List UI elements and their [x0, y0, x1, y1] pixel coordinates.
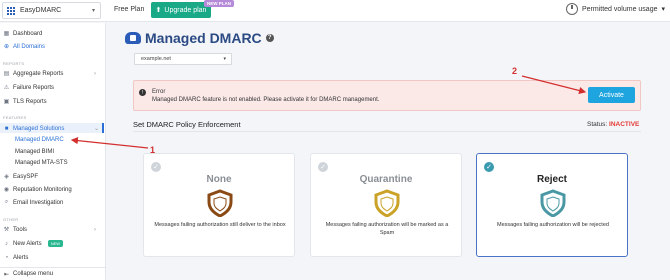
check-icon: ✓: [318, 162, 328, 172]
search-icon: ⌕: [4, 199, 9, 205]
sidebar: ▦ Dashboard ⊕ All Domains REPORTS ▤ Aggr…: [0, 23, 106, 280]
status-label: Status:: [587, 121, 608, 128]
top-bar: EasyDMARC ▾ Free Plan ⬆ Upgrade plan NEW…: [0, 0, 670, 22]
lock-icon: ▣: [3, 99, 10, 105]
sidebar-item-label: TLS Reports: [13, 98, 47, 105]
sidebar-item-failure-reports[interactable]: ⚠ Failure Reports: [3, 83, 54, 92]
sidebar-item-email-investigation[interactable]: ⌕ Email Investigation: [3, 198, 64, 207]
annotation-number-2: 2: [512, 66, 518, 76]
volume-usage-dropdown[interactable]: Permitted volume usage ▾: [566, 3, 665, 15]
sidebar-item-all-domains[interactable]: ⊕ All Domains: [3, 42, 45, 51]
gauge-icon: [566, 3, 578, 15]
alert-icon: ◔: [4, 254, 9, 261]
sidebar-item-label: Tools: [13, 226, 28, 233]
sidebar-item-label: Dashboard: [13, 30, 43, 37]
managed-solutions-icon: ■: [4, 125, 9, 132]
chevron-down-icon: ▾: [223, 56, 226, 62]
sidebar-item-managed-solutions[interactable]: ■ Managed Solutions ⌄: [3, 124, 99, 133]
upgrade-icon: ⬆: [155, 7, 162, 14]
error-message: Managed DMARC feature is not enabled. Pl…: [152, 97, 380, 103]
sidebar-subitem-managed-dmarc[interactable]: Managed DMARC: [15, 137, 64, 143]
sidebar-item-tools[interactable]: ⚒ Tools ›: [3, 225, 96, 234]
policy-card-title: None: [206, 174, 232, 185]
policy-card-reject[interactable]: ✓ Reject Messages failing authorization …: [476, 153, 628, 257]
activate-button[interactable]: Activate: [588, 87, 635, 103]
sidebar-item-new-alerts[interactable]: ♪ New Alerts NEW: [3, 239, 64, 248]
help-icon[interactable]: ?: [265, 34, 274, 42]
chevron-right-icon: ›: [94, 226, 96, 233]
organization-name: EasyDMARC: [20, 7, 62, 14]
check-icon: ✓: [484, 162, 494, 172]
tools-icon: ⚒: [3, 227, 10, 233]
error-alert: ! Error Managed DMARC feature is not ena…: [133, 80, 641, 111]
sidebar-item-label: Reputation Monitoring: [13, 186, 72, 193]
policy-card-title: Quarantine: [359, 174, 413, 185]
upgrade-plan-button[interactable]: ⬆ Upgrade plan: [151, 2, 211, 18]
error-icon: !: [139, 89, 146, 96]
sidebar-item-reputation-monitoring[interactable]: ◉ Reputation Monitoring: [3, 185, 72, 194]
error-title: Error: [152, 89, 166, 95]
sidebar-item-easyspf[interactable]: ◈ EasySPF: [3, 172, 38, 181]
dashboard-icon: ▦: [3, 31, 10, 37]
shield-icon: [540, 189, 566, 217]
upgrade-plan-label: Upgrade plan: [164, 6, 207, 14]
monitor-icon: ◉: [3, 187, 10, 193]
policy-card-description: Messages failing authorization will be r…: [497, 222, 609, 228]
sidebar-subitem-managed-bimi[interactable]: Managed BIMI: [15, 149, 54, 155]
reports-section-label: REPORTS: [3, 61, 25, 66]
check-icon: ✓: [151, 162, 161, 172]
policy-heading: Set DMARC Policy Enforcement: [133, 120, 241, 129]
collapse-menu-label: Collapse menu: [13, 271, 54, 277]
apps-grid-icon: [7, 6, 15, 15]
sidebar-item-label: EasySPF: [13, 173, 39, 180]
features-section-label: FEATURES: [3, 115, 27, 120]
collapse-menu-button[interactable]: ⇤ Collapse menu: [0, 267, 105, 280]
domain-select-value: example.net: [141, 56, 171, 62]
cloud-lock-icon: [125, 32, 141, 44]
sidebar-item-label: Failure Reports: [13, 84, 55, 91]
sidebar-item-label: Aggregate Reports: [13, 70, 64, 77]
bell-icon: ♪: [5, 240, 8, 247]
chevron-down-icon: ▾: [661, 6, 665, 13]
page-title: Managed DMARC ?: [125, 30, 274, 46]
sidebar-item-label: New Alerts: [13, 240, 42, 247]
shield-icon: [207, 189, 233, 217]
organization-selector[interactable]: EasyDMARC ▾: [2, 2, 101, 19]
policy-card-title: Reject: [536, 174, 567, 185]
plan-label: Free Plan: [114, 6, 145, 13]
status-indicator: Status: INACTIVE: [587, 121, 639, 128]
globe-icon: ⊕: [3, 44, 10, 50]
domain-select[interactable]: example.net ▾: [134, 53, 232, 65]
policy-card-description: Messages failing authorization still del…: [154, 222, 286, 228]
chevron-right-icon: ›: [94, 70, 96, 77]
sidebar-item-aggregate-reports[interactable]: ▤ Aggregate Reports ›: [3, 69, 96, 78]
volume-usage-label: Permitted volume usage: [582, 5, 658, 13]
new-badge: NEW: [47, 240, 64, 247]
spf-icon: ◈: [4, 174, 9, 180]
annotation-number-1: 1: [150, 145, 156, 155]
chart-icon: ▤: [3, 71, 10, 77]
other-section-label: OTHER: [3, 217, 19, 222]
sidebar-item-dashboard[interactable]: ▦ Dashboard: [3, 29, 43, 38]
sidebar-item-label: Alerts: [13, 254, 29, 261]
chevron-down-icon: ▾: [91, 8, 95, 14]
policy-card-description: Messages failing authorization will be m…: [325, 222, 449, 237]
divider: [133, 131, 641, 132]
sidebar-item-tls-reports[interactable]: ▣ TLS Reports: [3, 97, 47, 106]
status-value: INACTIVE: [609, 121, 640, 128]
page-title-text: Managed DMARC: [145, 30, 262, 46]
chevron-down-icon: ⌄: [94, 126, 100, 132]
sidebar-item-label: Email Investigation: [13, 199, 64, 206]
sidebar-item-label: All Domains: [13, 43, 46, 50]
sidebar-item-alerts[interactable]: ◔ Alerts: [3, 253, 29, 262]
sidebar-item-label: Managed Solutions: [13, 125, 65, 132]
warning-icon: ⚠: [3, 85, 10, 91]
collapse-arrow-icon: ⇤: [4, 271, 10, 278]
new-plan-badge: NEW PLAN: [204, 0, 234, 7]
policy-card-quarantine[interactable]: ✓ Quarantine Messages failing authorizat…: [310, 153, 462, 257]
sidebar-subitem-managed-mta-sts[interactable]: Managed MTA-STS: [15, 160, 68, 166]
shield-icon: [374, 189, 400, 217]
policy-card-none[interactable]: ✓ None Messages failing authorization st…: [143, 153, 295, 257]
